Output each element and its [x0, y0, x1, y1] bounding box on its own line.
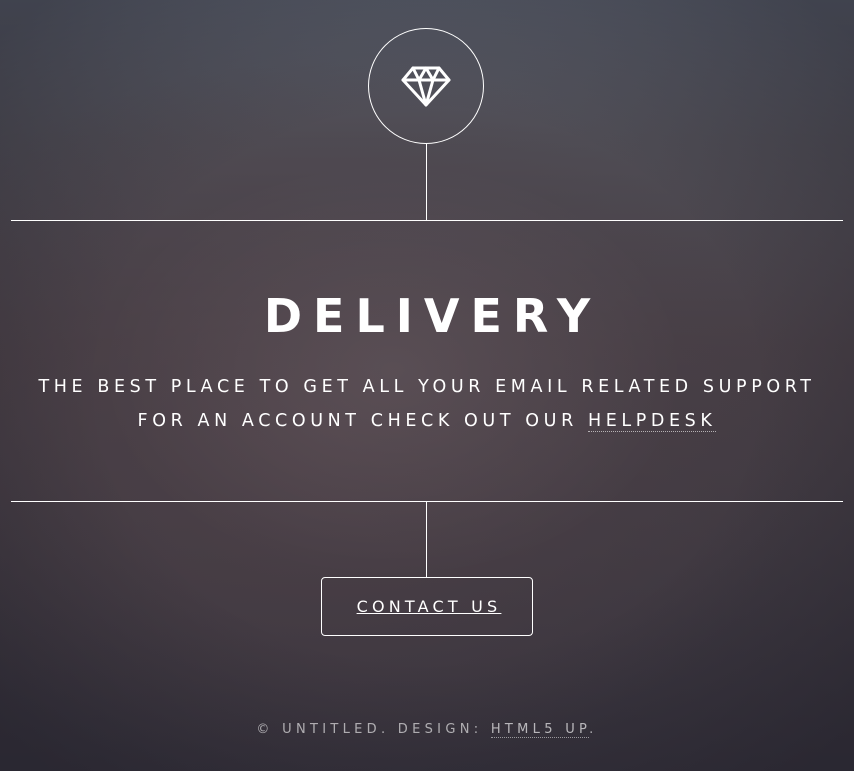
- page-title: DELIVERY: [263, 289, 602, 343]
- page-description: The best place to get all your email rel…: [30, 370, 824, 438]
- footer: © UNTITLED. DESIGN: HTML5 UP.: [0, 720, 854, 740]
- helpdesk-link[interactable]: helpdesk: [588, 411, 717, 432]
- header: DELIVERY The best place to get all your …: [0, 0, 854, 771]
- copyright-text: © UNTITLED. DESIGN:: [256, 722, 491, 737]
- connector-line-top: [426, 144, 427, 220]
- footer-period: .: [589, 722, 598, 737]
- contact-us-button[interactable]: CONTACT US: [321, 577, 533, 636]
- description-line-1: The best place to get all your email rel…: [38, 377, 816, 397]
- content-divider-top: [11, 220, 843, 221]
- html5up-link[interactable]: HTML5 UP: [490, 722, 590, 738]
- content-divider-bottom: [11, 501, 843, 502]
- description-line-2: for an account check out our: [137, 411, 578, 431]
- logo: [368, 28, 484, 144]
- connector-line-bottom: [426, 501, 427, 577]
- diamond-icon: [401, 61, 451, 111]
